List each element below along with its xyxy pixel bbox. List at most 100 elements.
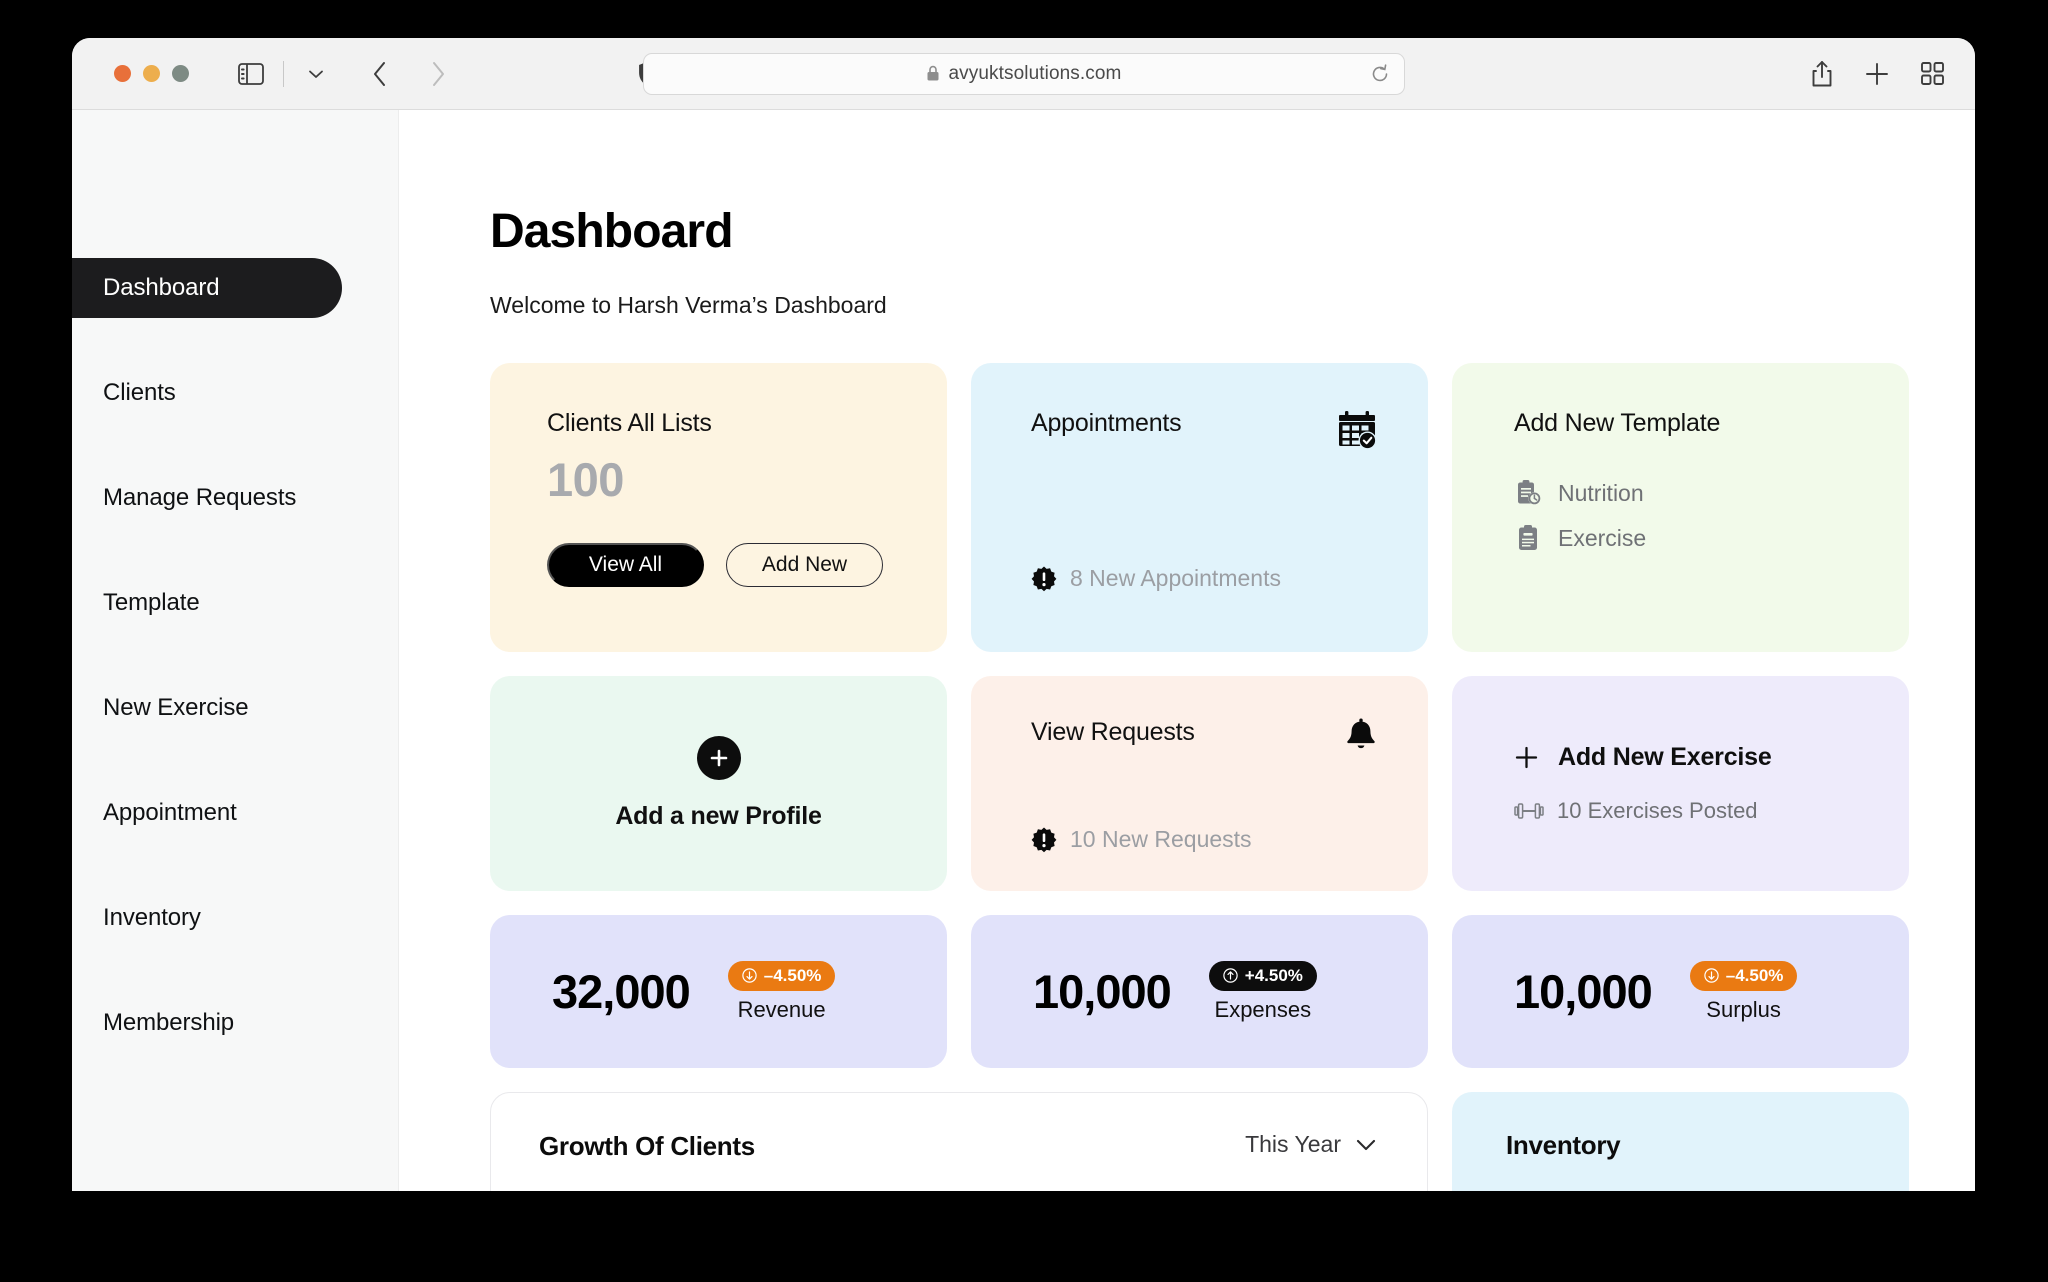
- clipboard-nutrition-icon: [1514, 479, 1542, 507]
- clients-all-lists-card: Clients All Lists 100 View All Add New: [490, 363, 947, 652]
- stat-delta: –4.50%: [1725, 965, 1784, 985]
- add-new-button[interactable]: Add New: [726, 543, 883, 587]
- sidebar-item-appointment[interactable]: Appointment: [72, 783, 398, 843]
- arrow-down-circle-icon: [1704, 968, 1719, 983]
- sidebar-item-label: Dashboard: [103, 274, 220, 301]
- stat-label: Revenue: [737, 996, 826, 1022]
- card-title: Clients All Lists: [547, 409, 712, 437]
- add-profile-label: Add a new Profile: [615, 802, 822, 830]
- address-bar-text: avyuktsolutions.com: [948, 62, 1122, 84]
- sidebar-item-label: Appointment: [103, 799, 237, 826]
- reload-icon[interactable]: [1370, 63, 1390, 84]
- status-badge: –4.50%: [727, 960, 836, 991]
- arrow-down-circle-icon: [742, 968, 757, 983]
- stat-label: Surplus: [1706, 996, 1781, 1022]
- growth-range-select[interactable]: This Year: [1245, 1131, 1377, 1158]
- stat-side: +4.50% Expenses: [1208, 960, 1317, 1023]
- tab-grid-icon[interactable]: [1920, 61, 1945, 86]
- alert-badge-icon: [1031, 566, 1057, 592]
- plus-icon[interactable]: [1864, 61, 1890, 87]
- card-title: Add New Template: [1514, 409, 1721, 437]
- sidebar-toggle-icon[interactable]: [231, 55, 271, 93]
- sidebar-item-label: Manage Requests: [103, 484, 297, 511]
- dashboard-card-grid: Clients All Lists 100 View All Add New A…: [490, 363, 1909, 1068]
- stat-value: 32,000: [552, 965, 691, 1018]
- template-type-list: Nutrition Exercise: [1514, 479, 1909, 552]
- exercise-meta: 10 Exercises Posted: [1514, 798, 1909, 824]
- back-arrow-icon[interactable]: [360, 55, 400, 93]
- add-new-exercise-title-row: Add New Exercise: [1514, 743, 1909, 772]
- share-icon[interactable]: [1810, 60, 1834, 88]
- plus-circle-icon: [696, 736, 741, 780]
- stat-side: –4.50% Surplus: [1689, 960, 1798, 1023]
- stat-value: 10,000: [1033, 965, 1172, 1018]
- appointments-card[interactable]: Appointments 8 New Appointments: [971, 363, 1428, 652]
- arrow-up-circle-icon: [1223, 968, 1238, 983]
- card-title: Inventory: [1506, 1130, 1621, 1160]
- stat-delta: +4.50%: [1244, 965, 1303, 985]
- card-title: Growth Of Clients: [539, 1131, 755, 1161]
- sidebar-item-dashboard[interactable]: Dashboard: [72, 258, 342, 318]
- sidebar-item-clients[interactable]: Clients: [72, 363, 398, 423]
- toolbar-nav-group: [231, 55, 458, 93]
- stat-delta: –4.50%: [763, 965, 822, 985]
- toolbar-divider: [283, 60, 284, 87]
- requests-meta: 10 New Requests: [1031, 826, 1252, 853]
- page-content: Dashboard Clients Manage Requests Templa…: [72, 110, 1975, 1191]
- template-item-label: Nutrition: [1558, 479, 1644, 506]
- add-new-profile-card[interactable]: Add a new Profile: [490, 676, 947, 891]
- calendar-check-icon: [1336, 409, 1378, 451]
- chevron-down-icon: [1355, 1138, 1377, 1152]
- bell-icon: [1344, 718, 1378, 756]
- browser-window: avyuktsolutions.com Dashboard Clients Ma…: [72, 38, 1975, 1191]
- stat-card-expenses: 10,000 +4.50% Expenses: [971, 915, 1428, 1068]
- sidebar-item-template[interactable]: Template: [72, 573, 398, 633]
- app-sidebar: Dashboard Clients Manage Requests Templa…: [72, 110, 399, 1191]
- forward-arrow-icon: [418, 55, 458, 93]
- view-requests-card[interactable]: View Requests 10 New Requests: [971, 676, 1428, 891]
- clients-card-actions: View All Add New: [547, 543, 947, 587]
- growth-range-label: This Year: [1245, 1131, 1341, 1157]
- main-content: Dashboard Welcome to Harsh Verma’s Dashb…: [399, 110, 1975, 1191]
- status-badge: +4.50%: [1208, 960, 1317, 991]
- close-window-button[interactable]: [114, 65, 131, 82]
- template-item-exercise[interactable]: Exercise: [1514, 524, 1909, 552]
- dashboard-lower-row: Growth Of Clients This Year Inventory: [490, 1092, 1909, 1191]
- sidebar-item-label: Clients: [103, 379, 176, 406]
- browser-toolbar: avyuktsolutions.com: [72, 38, 1975, 110]
- view-all-button[interactable]: View All: [547, 543, 704, 587]
- stat-label: Expenses: [1214, 996, 1312, 1022]
- add-new-exercise-label: Add New Exercise: [1558, 743, 1772, 771]
- window-controls: [114, 65, 189, 82]
- sidebar-item-new-exercise[interactable]: New Exercise: [72, 678, 398, 738]
- sidebar-item-label: New Exercise: [103, 694, 249, 721]
- template-item-nutrition[interactable]: Nutrition: [1514, 479, 1909, 507]
- sidebar-item-inventory[interactable]: Inventory: [72, 888, 398, 948]
- sidebar-item-membership[interactable]: Membership: [72, 993, 398, 1053]
- minimize-window-button[interactable]: [143, 65, 160, 82]
- clients-count: 100: [547, 453, 624, 506]
- add-new-exercise-card[interactable]: Add New Exercise 10 Exercises Posted: [1452, 676, 1909, 891]
- stat-value: 10,000: [1514, 965, 1653, 1018]
- stat-card-revenue: 32,000 –4.50% Revenue: [490, 915, 947, 1068]
- appointments-meta-text: 8 New Appointments: [1070, 565, 1281, 591]
- sidebar-item-manage-requests[interactable]: Manage Requests: [72, 468, 398, 528]
- plus-icon: [1514, 745, 1539, 770]
- appointments-meta: 8 New Appointments: [1031, 565, 1281, 592]
- maximize-window-button[interactable]: [172, 65, 189, 82]
- card-title: Appointments: [1031, 409, 1182, 437]
- sidebar-item-label: Membership: [103, 1009, 235, 1036]
- dumbbell-icon: [1514, 799, 1544, 823]
- address-bar[interactable]: avyuktsolutions.com: [642, 52, 1405, 95]
- template-item-label: Exercise: [1558, 524, 1647, 551]
- add-new-template-card[interactable]: Add New Template Nutrition Exercise: [1452, 363, 1909, 652]
- toolbar-actions: [1810, 60, 1945, 88]
- chevron-down-icon[interactable]: [296, 55, 336, 93]
- card-title: View Requests: [1031, 718, 1195, 746]
- sidebar-item-label: Inventory: [103, 904, 201, 931]
- appointments-card-header: Appointments: [1031, 409, 1378, 451]
- sidebar-item-label: Template: [103, 589, 200, 616]
- status-badge: –4.50%: [1689, 960, 1798, 991]
- exercise-meta-text: 10 Exercises Posted: [1557, 798, 1758, 823]
- requests-meta-text: 10 New Requests: [1070, 826, 1252, 852]
